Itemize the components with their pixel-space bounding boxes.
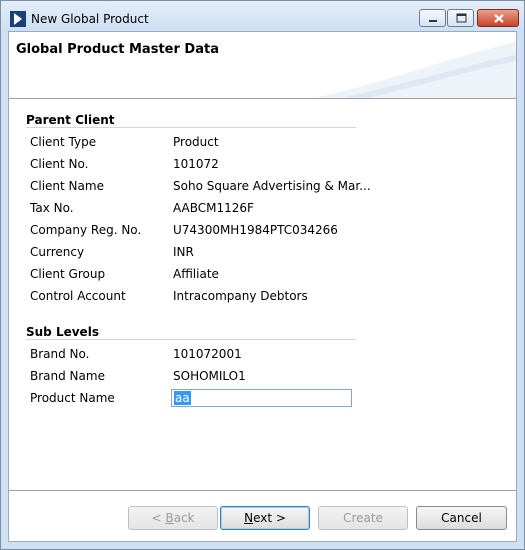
- next-label-rest: ext >: [253, 511, 286, 525]
- next-mnemonic: N: [244, 511, 254, 525]
- minimize-button[interactable]: [419, 9, 446, 27]
- client-name-value: Soho Square Advertising & Mar...: [173, 179, 371, 193]
- client-type-value: Product: [173, 135, 219, 149]
- client-group-value: Affiliate: [173, 267, 219, 281]
- app-icon: [10, 11, 26, 27]
- parent-client-divider: [26, 127, 356, 128]
- maximize-button[interactable]: [447, 9, 474, 27]
- tax-no-value: AABCM1126F: [173, 201, 254, 215]
- sub-levels-divider: [26, 339, 356, 340]
- next-button[interactable]: Next >: [220, 506, 310, 530]
- dialog-body: Global Product Master Data Parent Client…: [8, 31, 517, 542]
- brand-name-value: SOHOMILO1: [173, 369, 246, 383]
- cancel-button[interactable]: Cancel: [416, 506, 507, 530]
- control-account-label: Control Account: [30, 289, 126, 303]
- window-title: New Global Product: [31, 12, 149, 26]
- page-title: Global Product Master Data: [16, 42, 219, 57]
- back-button[interactable]: < Back: [128, 506, 218, 530]
- product-name-label: Product Name: [30, 391, 115, 405]
- brand-no-label: Brand No.: [30, 347, 90, 361]
- brand-no-value: 101072001: [173, 347, 242, 361]
- product-name-selected-text: aa: [174, 391, 191, 405]
- client-group-label: Client Group: [30, 267, 106, 281]
- footer-divider: [9, 490, 516, 491]
- currency-label: Currency: [30, 245, 85, 259]
- company-reg-no-value: U74300MH1984PTC034266: [173, 223, 338, 237]
- sub-levels-heading: Sub Levels: [26, 325, 99, 339]
- back-prefix: <: [151, 511, 166, 525]
- title-bar[interactable]: New Global Product: [1, 1, 524, 31]
- control-account-value: Intracompany Debtors: [173, 289, 308, 303]
- parent-client-heading: Parent Client: [26, 113, 115, 127]
- company-reg-no-label: Company Reg. No.: [30, 223, 142, 237]
- create-button[interactable]: Create: [318, 506, 408, 530]
- product-name-input[interactable]: aa: [171, 389, 352, 407]
- client-name-label: Client Name: [30, 179, 104, 193]
- client-type-label: Client Type: [30, 135, 97, 149]
- close-button[interactable]: [477, 9, 519, 27]
- back-mnemonic: B: [165, 511, 174, 525]
- header-band: Global Product Master Data: [9, 32, 516, 99]
- brand-name-label: Brand Name: [30, 369, 105, 383]
- back-label-rest: ack: [173, 511, 195, 525]
- client-no-label: Client No.: [30, 157, 89, 171]
- client-no-value: 101072: [173, 157, 219, 171]
- dialog-window: New Global Product Global Product Master…: [0, 0, 525, 550]
- header-divider: [9, 98, 516, 99]
- tax-no-label: Tax No.: [30, 201, 74, 215]
- currency-value: INR: [173, 245, 194, 259]
